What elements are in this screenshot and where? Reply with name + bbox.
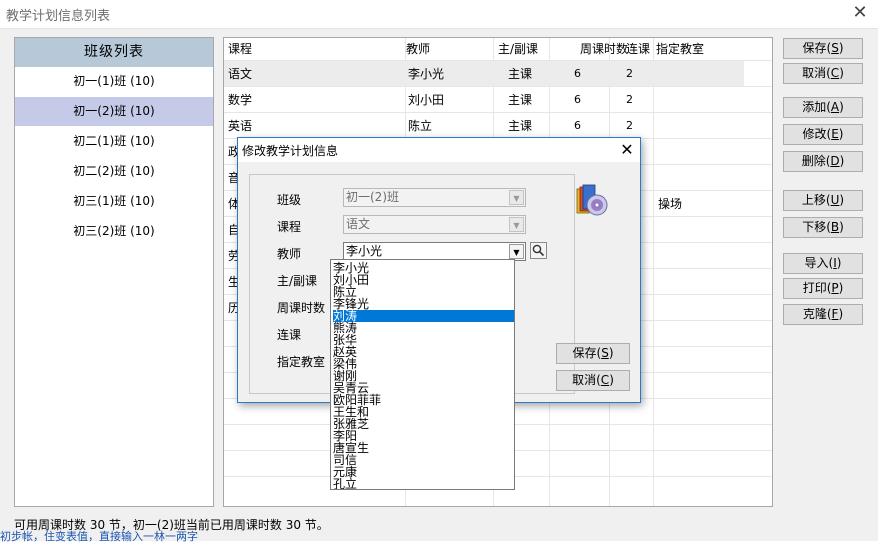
class-list-item[interactable]: 初二(1)班 (10): [15, 127, 213, 156]
grid-header-col-room[interactable]: 指定教室: [656, 38, 704, 60]
grid-cell-type[interactable]: 主课: [508, 87, 532, 113]
teacher-combo-value: 李小光: [346, 244, 383, 258]
class-list-item[interactable]: 初三(1)班 (10): [15, 187, 213, 216]
delete-button[interactable]: 删除(D): [783, 151, 863, 172]
teacher-option[interactable]: 元康: [333, 466, 514, 478]
type-label: 主/副课: [277, 274, 318, 288]
grid-cell-consecutive[interactable]: 2: [626, 87, 633, 113]
class-list-header: 班级列表: [15, 38, 213, 67]
search-icon[interactable]: [530, 242, 547, 259]
grid-cell-teacher[interactable]: 李小光: [408, 61, 444, 87]
grid-cell-room[interactable]: 操场: [658, 191, 682, 217]
class-list-panel: 班级列表 初一(1)班 (10) 初一(2)班 (10) 初二(1)班 (10) 初二…: [14, 37, 214, 507]
chevron-down-icon[interactable]: ▼: [509, 244, 524, 259]
grid-cell-consecutive[interactable]: 2: [626, 113, 633, 139]
background-window-fragment: 初步帐，住变表值，直接输入一林一两字: [0, 530, 198, 543]
teacher-option[interactable]: 熊涛: [333, 322, 514, 334]
close-icon[interactable]: ✕: [850, 3, 870, 23]
dialog-title: 修改教学计划信息: [242, 144, 339, 158]
software-box-icon: [574, 182, 612, 220]
teacher-option[interactable]: 孔立: [333, 478, 514, 489]
class-combo-value: 初一(2)班: [346, 190, 399, 204]
hours-label: 周课时数: [277, 301, 326, 315]
grid-cell-hours[interactable]: 6: [574, 113, 581, 139]
window-titlebar: 教学计划信息列表 ✕: [0, 0, 878, 28]
teacher-option[interactable]: 刘涛: [333, 310, 514, 322]
grid-cell-course[interactable]: 语文: [228, 61, 252, 87]
teacher-option[interactable]: 李锋光: [333, 298, 514, 310]
room-label: 指定教室: [277, 355, 326, 369]
course-combo[interactable]: 语文 ▼: [343, 215, 526, 234]
class-list-item[interactable]: 初一(2)班 (10): [15, 97, 213, 126]
add-button[interactable]: 添加(A): [783, 97, 863, 118]
window-title: 教学计划信息列表: [6, 9, 111, 24]
consecutive-label: 连课: [277, 328, 302, 342]
course-label: 课程: [277, 220, 302, 234]
save-button[interactable]: 保存(S): [783, 38, 863, 59]
teacher-option[interactable]: 张华: [333, 334, 514, 346]
grid-column-divider: [653, 38, 654, 506]
class-list-item[interactable]: 初一(1)班 (10): [15, 67, 213, 96]
cancel-button[interactable]: 取消(C): [783, 63, 863, 84]
grid-header-col-course[interactable]: 课程: [228, 38, 252, 60]
grid-header-col-teacher[interactable]: 教师: [406, 38, 430, 60]
dialog-save-button[interactable]: 保存(S): [556, 343, 630, 364]
edit-button[interactable]: 修改(E): [783, 124, 863, 145]
class-list-item[interactable]: 初三(2)班 (10): [15, 217, 213, 246]
grid-cell-type[interactable]: 主课: [508, 61, 532, 87]
close-icon[interactable]: ✕: [616, 139, 638, 161]
grid-cell-course[interactable]: 数学: [228, 87, 252, 113]
teacher-dropdown-list[interactable]: 李小光 刘小田 陈立 李锋光 刘涛 熊涛 张华 赵英 梁伟 谢刚 吴青云 欧阳菲菲 王生和 张雅芝 李阳 唐宣…: [330, 259, 515, 490]
teacher-option[interactable]: 刘小田: [333, 274, 514, 286]
move-up-button[interactable]: 上移(U): [783, 190, 863, 211]
chevron-down-icon[interactable]: ▼: [509, 190, 524, 205]
teacher-option[interactable]: 唐宣生: [333, 442, 514, 454]
clone-button[interactable]: 克隆(F): [783, 304, 863, 325]
grid-cell-type[interactable]: 主课: [508, 113, 532, 139]
grid-cell-teacher[interactable]: 陈立: [408, 113, 432, 139]
import-button[interactable]: 导入(I): [783, 253, 863, 274]
teacher-option[interactable]: 赵英: [333, 346, 514, 358]
print-button[interactable]: 打印(P): [783, 278, 863, 299]
grid-cell-hours[interactable]: 6: [574, 87, 581, 113]
selected-row-highlight: [224, 61, 744, 86]
teacher-option[interactable]: 司信: [333, 454, 514, 466]
grid-cell-consecutive[interactable]: 2: [626, 61, 633, 87]
grid-row-divider: [224, 86, 772, 87]
course-combo-value: 语文: [346, 217, 371, 231]
grid-cell-course[interactable]: 英语: [228, 113, 252, 139]
dialog-cancel-button[interactable]: 取消(C): [556, 370, 630, 391]
class-combo[interactable]: 初一(2)班 ▼: [343, 188, 526, 207]
teacher-option[interactable]: 张雅芝: [333, 418, 514, 430]
grid-header-col-consecutive[interactable]: 连课: [626, 38, 650, 60]
move-down-button[interactable]: 下移(B): [783, 217, 863, 238]
dialog-titlebar: 修改教学计划信息 ✕: [238, 138, 640, 162]
class-label: 班级: [277, 193, 302, 207]
grid-header-col-hours[interactable]: 周课时数: [580, 38, 628, 60]
class-list-item[interactable]: 初二(2)班 (10): [15, 157, 213, 186]
chevron-down-icon[interactable]: ▼: [509, 217, 524, 232]
grid-cell-hours[interactable]: 6: [574, 61, 581, 87]
grid-cell-teacher[interactable]: 刘小田: [408, 87, 444, 113]
grid-row-divider: [224, 112, 772, 113]
teacher-option[interactable]: 梁伟: [333, 358, 514, 370]
teacher-label: 教师: [277, 247, 302, 261]
grid-header-col-type[interactable]: 主/副课: [498, 38, 538, 60]
